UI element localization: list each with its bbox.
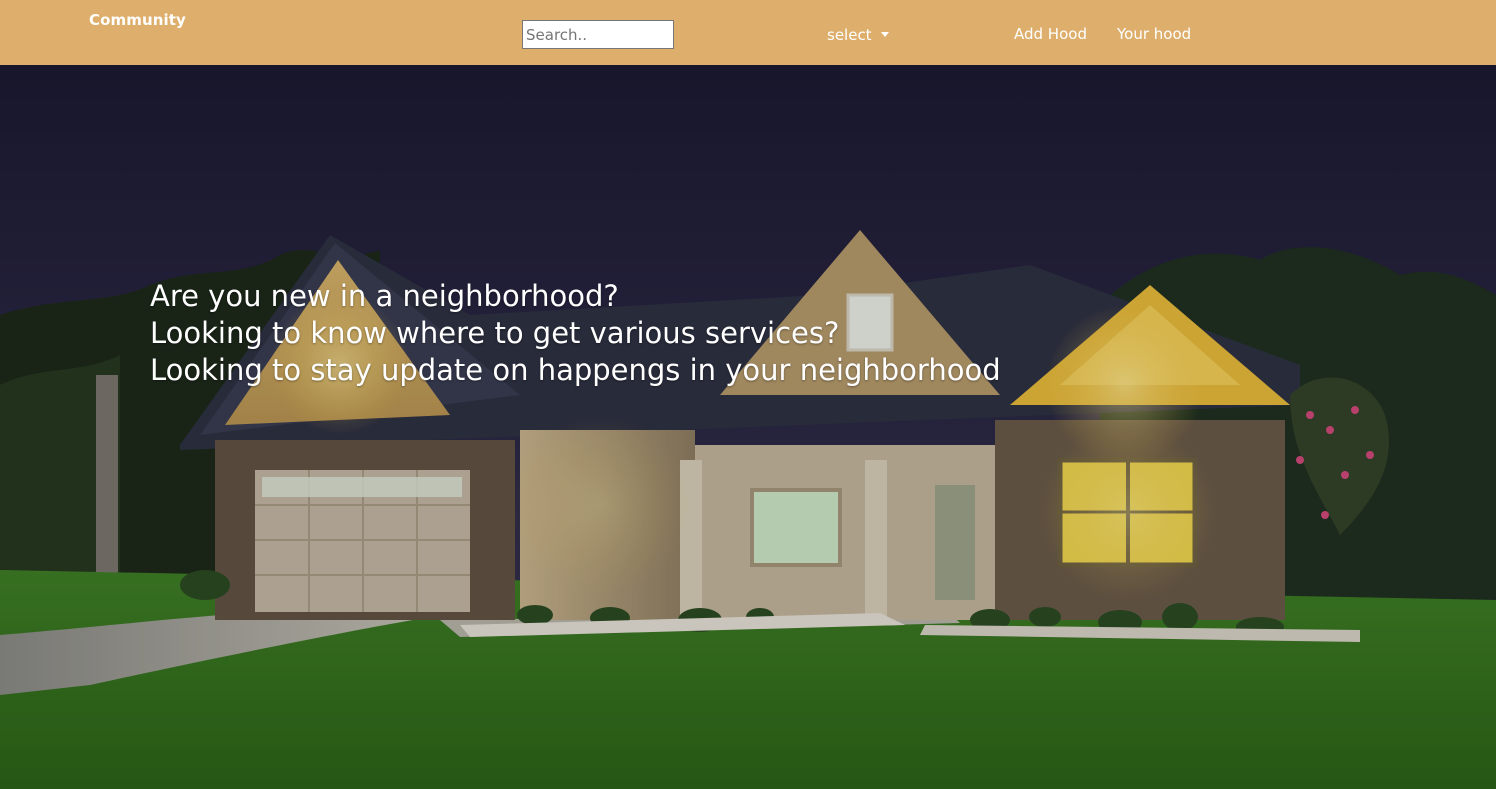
hero-line-3: Looking to stay update on happengs in yo… [150, 353, 1001, 387]
top-navbar: Community select Add Hood Your hood [0, 0, 1496, 65]
select-dropdown-label: select [827, 26, 872, 44]
hero-line-2: Looking to know where to get various ser… [150, 316, 840, 350]
select-dropdown-toggle[interactable]: select [827, 24, 889, 46]
hero-headline: Are you new in a neighborhood? Looking t… [150, 278, 1001, 389]
brand-link[interactable]: Community [89, 11, 186, 29]
chevron-down-icon [880, 31, 889, 37]
search-input[interactable] [522, 20, 674, 49]
hero-section: Are you new in a neighborhood? Looking t… [0, 65, 1496, 789]
hero-background-image [0, 65, 1496, 789]
your-hood-link[interactable]: Your hood [1117, 25, 1191, 43]
hero-line-1: Are you new in a neighborhood? [150, 279, 619, 313]
add-hood-link[interactable]: Add Hood [1014, 25, 1087, 43]
